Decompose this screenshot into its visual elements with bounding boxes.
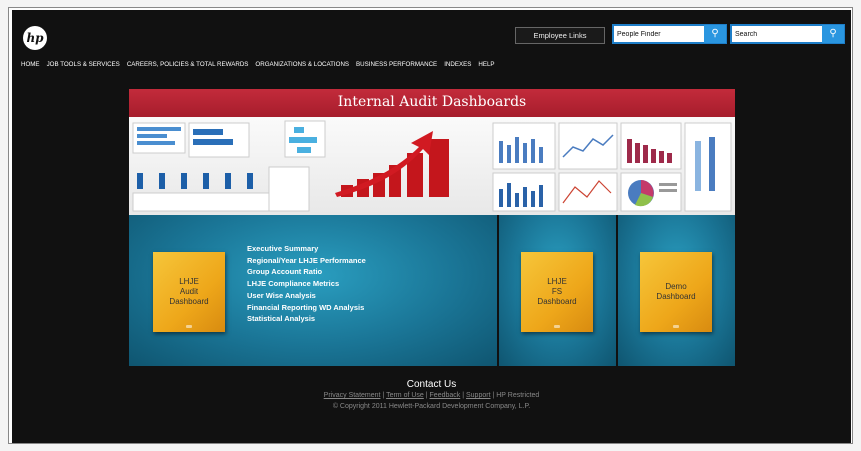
nav-careers[interactable]: CAREERS, POLICIES & TOTAL REWARDS: [127, 61, 249, 68]
support-link[interactable]: Support: [466, 392, 491, 399]
copyright-text: © Copyright 2011 Hewlett-Packard Develop…: [332, 403, 531, 410]
privacy-statement-link[interactable]: Privacy Statement: [324, 392, 381, 399]
tile-badge-icon: [186, 325, 192, 328]
tile-line: Audit: [179, 287, 199, 296]
nav-job-tools[interactable]: JOB TOOLS & SERVICES: [47, 61, 120, 68]
lhje-audit-dashboard-tile[interactable]: LHJE Audit Dashboard: [153, 252, 225, 332]
page-viewport: hp Employee Links ⚲ ⚲ HOME JOB TOOLS & S…: [12, 10, 851, 443]
lhje-fs-dashboard-tile[interactable]: LHJE FS Dashboard: [521, 252, 593, 332]
hp-logo[interactable]: hp: [23, 26, 47, 50]
link-statistical-analysis[interactable]: Statistical Analysis: [247, 313, 366, 325]
nav-indexes[interactable]: INDEXES: [444, 61, 471, 68]
link-user-wise-analysis[interactable]: User Wise Analysis: [247, 290, 366, 302]
tile-line: LHJE: [547, 277, 567, 286]
audit-summary-links: Executive Summary Regional/Year LHJE Per…: [247, 243, 366, 325]
nav-help[interactable]: HELP: [478, 61, 494, 68]
dashboard-collage-graphic: [132, 120, 732, 212]
tile-badge-icon: [554, 325, 560, 328]
tile-line: LHJE: [179, 277, 199, 286]
link-executive-summary[interactable]: Executive Summary: [247, 243, 366, 255]
feedback-link[interactable]: Feedback: [430, 392, 461, 399]
tile-line: Demo: [665, 282, 687, 291]
terms-of-use-link[interactable]: Term of Use: [386, 392, 424, 399]
people-finder-search: ⚲: [612, 24, 727, 44]
restricted-label: HP Restricted: [496, 392, 540, 399]
banner-title: Internal Audit Dashboards: [129, 89, 735, 117]
link-regional-year-performance[interactable]: Regional/Year LHJE Performance: [247, 255, 366, 267]
site-search: ⚲: [730, 24, 845, 44]
link-compliance-metrics[interactable]: LHJE Compliance Metrics: [247, 278, 366, 290]
nav-home[interactable]: HOME: [21, 61, 40, 68]
tile-badge-icon: [673, 325, 679, 328]
people-finder-input[interactable]: [614, 26, 704, 42]
nav-business-performance[interactable]: BUSINESS PERFORMANCE: [356, 61, 437, 68]
main-nav: HOME JOB TOOLS & SERVICES CAREERS, POLIC…: [21, 61, 495, 68]
contact-us-heading: Contact Us: [406, 379, 457, 390]
link-group-account-ratio[interactable]: Group Account Ratio: [247, 266, 366, 278]
footer-links: Privacy Statement | Term of Use | Feedba…: [323, 392, 540, 399]
employee-links-button[interactable]: Employee Links: [515, 27, 605, 44]
tile-line: Dashboard: [537, 297, 577, 306]
tile-line: Dashboard: [656, 292, 696, 301]
search-icon[interactable]: ⚲: [822, 25, 844, 43]
demo-dashboard-tile[interactable]: Demo Dashboard: [640, 252, 712, 332]
tile-line: FS: [551, 287, 563, 296]
link-financial-reporting-analysis[interactable]: Financial Reporting WD Analysis: [247, 302, 366, 314]
nav-organizations[interactable]: ORGANIZATIONS & LOCATIONS: [255, 61, 349, 68]
search-input[interactable]: [732, 26, 822, 42]
banner-dashboard-collage: [129, 117, 735, 215]
people-finder-search-icon[interactable]: ⚲: [704, 25, 726, 43]
tile-line: Dashboard: [169, 297, 209, 306]
